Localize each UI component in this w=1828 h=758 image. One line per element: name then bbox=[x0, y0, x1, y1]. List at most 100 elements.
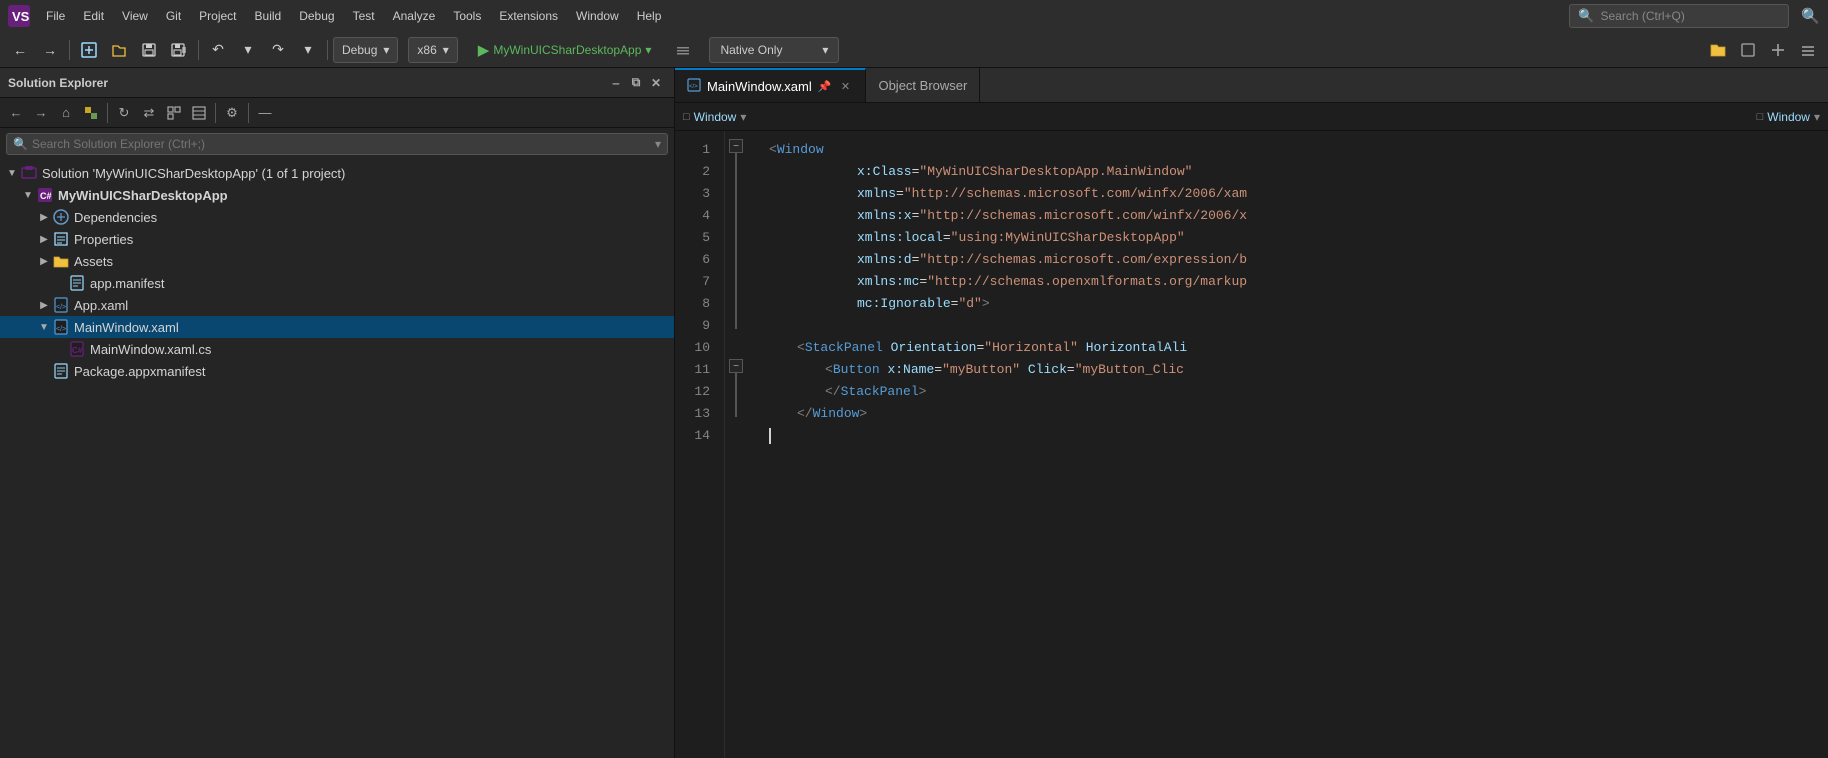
toolbar-extra2[interactable] bbox=[1764, 36, 1792, 64]
tree-item-package-manifest[interactable]: ▶ Package.appxmanifest bbox=[0, 360, 674, 382]
code-line-14 bbox=[769, 425, 1828, 447]
line-num-11: 11 bbox=[675, 359, 724, 381]
sol-sync-btn[interactable]: ↻ bbox=[112, 101, 136, 125]
redo-dropdown-btn[interactable]: ▾ bbox=[294, 36, 322, 64]
back-btn[interactable]: ← bbox=[6, 36, 34, 64]
line-num-8: 8 bbox=[675, 293, 724, 315]
tree-item-solution[interactable]: ▼ Solution 'MyWinUICSharDesktopApp' (1 o… bbox=[0, 162, 674, 184]
app-manifest-arrow: ▶ bbox=[52, 278, 68, 289]
sol-sep3 bbox=[248, 103, 249, 123]
breadcrumb-right-label: Window bbox=[1767, 110, 1810, 124]
code-line-9 bbox=[769, 315, 1828, 337]
fold-icon-1[interactable]: − bbox=[729, 139, 743, 153]
menu-window[interactable]: Window bbox=[568, 5, 627, 27]
global-search-box[interactable]: 🔍 Search (Ctrl+Q) bbox=[1569, 4, 1789, 28]
breadcrumb-dropdown-arrow-right[interactable]: ▾ bbox=[1814, 110, 1820, 124]
forward-btn[interactable]: → bbox=[36, 36, 64, 64]
sol-show-all-btn[interactable] bbox=[187, 101, 211, 125]
platform-dropdown[interactable]: x86 ▾ bbox=[408, 37, 457, 63]
tree-item-assets[interactable]: ▶ Assets bbox=[0, 250, 674, 272]
menu-analyze[interactable]: Analyze bbox=[385, 5, 444, 27]
tree-item-project[interactable]: ▼ C# MyWinUICSharDesktopApp bbox=[0, 184, 674, 206]
menu-view[interactable]: View bbox=[114, 5, 156, 27]
undo-btn[interactable]: ↶ bbox=[204, 36, 232, 64]
sol-collapse-btn[interactable] bbox=[162, 101, 186, 125]
breadcrumb-right: □ Window ▾ bbox=[1757, 110, 1820, 124]
mainwindow-xaml-arrow: ▼ bbox=[36, 322, 52, 333]
code-line-6: xmlns:d="http://schemas.microsoft.com/ex… bbox=[769, 249, 1828, 271]
save-btn[interactable] bbox=[135, 36, 163, 64]
solution-search-box[interactable]: 🔍 ▾ bbox=[6, 133, 668, 155]
sol-props-btn[interactable]: ⚙ bbox=[220, 101, 244, 125]
pin-panel-btn[interactable]: ‒ bbox=[606, 73, 626, 93]
attr-xmlns-local: xmlns:local bbox=[857, 227, 943, 249]
line-num-2: 2 bbox=[675, 161, 724, 183]
code-content[interactable]: <Window x:Class="MyWinUICSharDesktopApp.… bbox=[749, 131, 1828, 758]
cs-project-icon: C# bbox=[36, 186, 54, 204]
breadcrumb-bar: □ Window ▾ □ Window ▾ bbox=[675, 103, 1828, 131]
menu-extensions[interactable]: Extensions bbox=[491, 5, 566, 27]
tree-item-mainwindow-cs[interactable]: ▶ C# MainWindow.xaml.cs bbox=[0, 338, 674, 360]
solution-search-input[interactable] bbox=[32, 137, 651, 151]
platform-arrow: ▾ bbox=[443, 43, 449, 57]
breadcrumb-window-icon-right: □ bbox=[1757, 111, 1764, 123]
run-button[interactable]: ▶ MyWinUICSharDesktopApp ▾ bbox=[470, 38, 660, 62]
tab-object-browser[interactable]: Object Browser bbox=[866, 68, 980, 102]
tree-item-app-manifest[interactable]: ▶ app.manifest bbox=[0, 272, 674, 294]
save-all-btn[interactable] bbox=[165, 36, 193, 64]
folder-view-btn[interactable] bbox=[1704, 36, 1732, 64]
undo-dropdown-btn[interactable]: ▾ bbox=[234, 36, 262, 64]
sol-back-btn[interactable]: ← bbox=[4, 101, 28, 125]
debug-config-dropdown[interactable]: Debug ▾ bbox=[333, 37, 398, 63]
cs-file-icon: C# bbox=[68, 340, 86, 358]
native-only-dropdown[interactable]: Native Only ▾ bbox=[709, 37, 839, 63]
app-xaml-arrow: ▶ bbox=[36, 300, 52, 311]
tab-mainwindow-close[interactable]: ✕ bbox=[837, 78, 853, 94]
val-xmlns-local: "using:MyWinUICSharDesktopApp" bbox=[951, 227, 1185, 249]
tree-item-properties[interactable]: ▶ Properties bbox=[0, 228, 674, 250]
assets-folder-icon bbox=[52, 252, 70, 270]
run-extra-btn[interactable] bbox=[669, 36, 697, 64]
dependencies-icon bbox=[52, 208, 70, 226]
project-arrow: ▼ bbox=[20, 190, 36, 201]
toolbar-extra1[interactable] bbox=[1734, 36, 1762, 64]
breadcrumb-window-icon-left: □ bbox=[683, 111, 690, 123]
sol-search-icon: 🔍 bbox=[13, 137, 28, 151]
menu-file[interactable]: File bbox=[38, 5, 73, 27]
fold-icon-10[interactable]: − bbox=[729, 359, 743, 373]
float-panel-btn[interactable]: ⧉ bbox=[626, 73, 646, 93]
sol-class-view-btn[interactable] bbox=[79, 101, 103, 125]
breadcrumb-dropdown-arrow-left[interactable]: ▾ bbox=[740, 110, 746, 124]
debug-config-label: Debug bbox=[342, 43, 377, 57]
close-panel-btn[interactable]: ✕ bbox=[646, 73, 666, 93]
sol-search-options-icon[interactable]: ▾ bbox=[655, 137, 661, 151]
menu-project[interactable]: Project bbox=[191, 5, 244, 27]
redo-btn[interactable]: ↷ bbox=[264, 36, 292, 64]
menu-test[interactable]: Test bbox=[345, 5, 383, 27]
open-btn[interactable] bbox=[105, 36, 133, 64]
line-num-12: 12 bbox=[675, 381, 724, 403]
tree-item-mainwindow-xaml[interactable]: ▼ </> MainWindow.xaml bbox=[0, 316, 674, 338]
solution-explorer-title: Solution Explorer bbox=[8, 76, 108, 90]
menu-edit[interactable]: Edit bbox=[75, 5, 112, 27]
new-project-btn[interactable] bbox=[75, 36, 103, 64]
menu-build[interactable]: Build bbox=[247, 5, 290, 27]
sol-home-btn[interactable]: ⌂ bbox=[54, 101, 78, 125]
properties-label: Properties bbox=[74, 232, 133, 247]
sol-forward-btn[interactable]: → bbox=[29, 101, 53, 125]
tree-item-app-xaml[interactable]: ▶ </> App.xaml bbox=[0, 294, 674, 316]
sol-filter-btn[interactable]: ― bbox=[253, 101, 277, 125]
sol-refresh-btn[interactable]: ⇄ bbox=[137, 101, 161, 125]
toolbar-extra3[interactable] bbox=[1794, 36, 1822, 64]
menu-git[interactable]: Git bbox=[158, 5, 189, 27]
fold-line-10 bbox=[735, 373, 737, 417]
attr-xclass: x:Class bbox=[857, 161, 912, 183]
menu-help[interactable]: Help bbox=[629, 5, 670, 27]
line-num-7: 7 bbox=[675, 271, 724, 293]
tab-mainwindow-xaml[interactable]: </> MainWindow.xaml 📌 ✕ bbox=[675, 68, 866, 102]
val-xmlns-x: "http://schemas.microsoft.com/winfx/2006… bbox=[919, 205, 1247, 227]
search-magnify-icon[interactable]: 🔍 bbox=[1801, 7, 1820, 25]
menu-debug[interactable]: Debug bbox=[291, 5, 342, 27]
menu-tools[interactable]: Tools bbox=[445, 5, 489, 27]
tree-item-dependencies[interactable]: ▶ Dependencies bbox=[0, 206, 674, 228]
